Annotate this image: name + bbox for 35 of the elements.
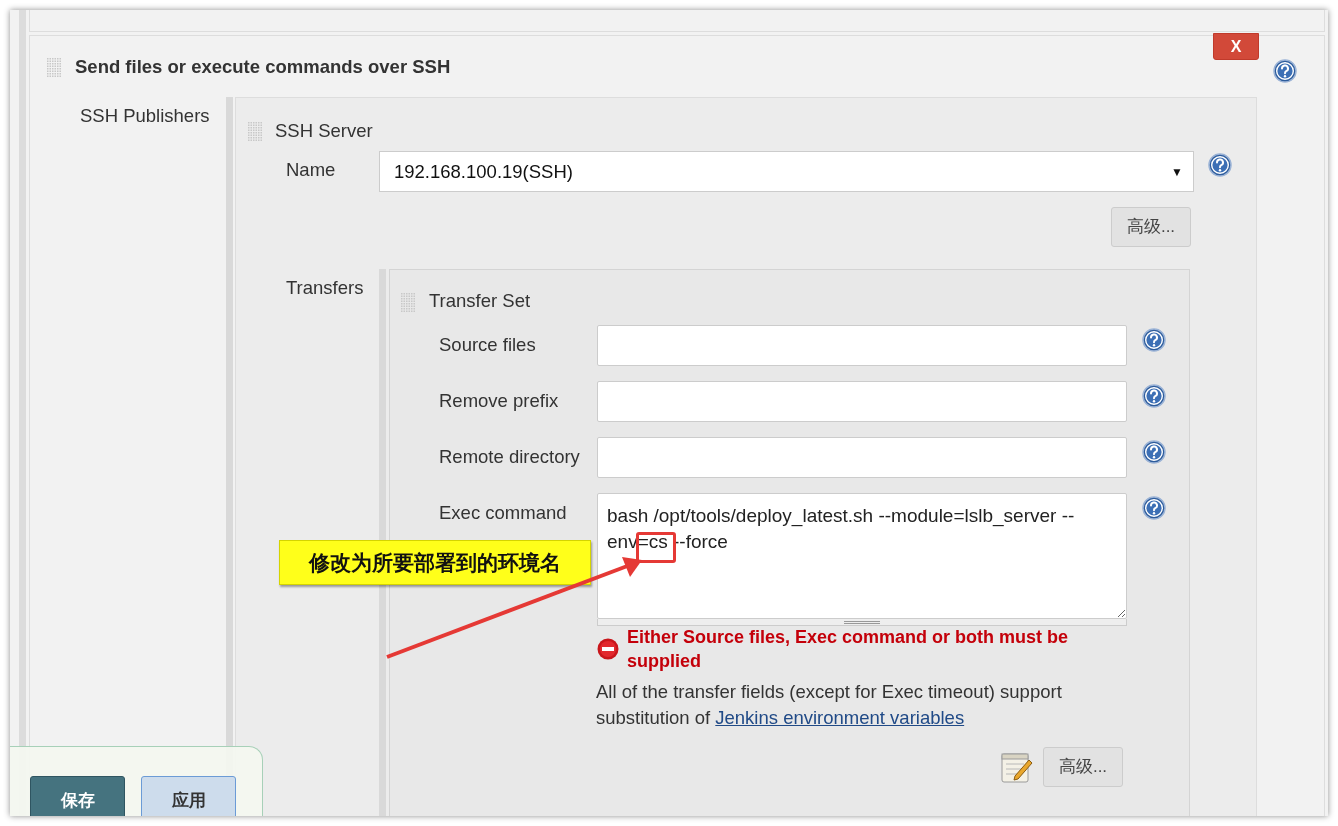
panel-title: Transfer Set (429, 289, 531, 313)
panel-title: SSH Server (275, 119, 373, 143)
field-label: Name (286, 158, 337, 182)
resize-grip[interactable] (597, 619, 1127, 626)
drag-handle-icon[interactable] (46, 56, 62, 77)
field-label: SSH Publishers (79, 104, 211, 128)
docs-link[interactable]: Jenkins environment variables (715, 707, 965, 728)
help-icon[interactable] (1273, 58, 1297, 83)
field-label: Remove prefix (439, 389, 560, 413)
save-button[interactable]: 保存 (30, 776, 125, 816)
field-label: Source files (439, 333, 537, 357)
apply-button[interactable]: 应用 (141, 776, 236, 816)
drag-handle-icon[interactable] (247, 121, 263, 141)
text-input[interactable] (597, 325, 1127, 366)
help-icon[interactable] (1208, 153, 1232, 177)
field-label: Remote directory (439, 445, 581, 469)
help-icon[interactable] (1142, 440, 1166, 464)
text-input[interactable] (597, 381, 1127, 422)
advanced-button[interactable]: 高级... (1111, 207, 1191, 247)
help-icon[interactable] (1142, 384, 1166, 408)
text-input[interactable] (597, 437, 1127, 478)
error-icon (597, 638, 619, 660)
delete-button[interactable]: X (1213, 33, 1259, 60)
field-label: Transfers (286, 276, 365, 300)
error-message: Either Source files, Exec command or both must be supplied (627, 626, 1070, 673)
help-text: All of the transfer fields (except for Exec timeout) support substitution of Jenkins environment variables (596, 680, 1063, 730)
callout-note: 修改为所要部署到的环境名 (279, 540, 591, 585)
advanced-button[interactable]: 高级... (1043, 747, 1123, 787)
section-title: Send files or execute commands over SSH (75, 54, 451, 79)
server-select[interactable]: 192.168.100.19(SSH) ▼ (379, 151, 1194, 192)
field-label: Exec command (439, 501, 568, 525)
help-icon[interactable] (1142, 496, 1166, 520)
notepad-icon[interactable] (1001, 750, 1033, 784)
help-icon[interactable] (1142, 328, 1166, 352)
drag-handle-icon[interactable] (400, 292, 416, 312)
